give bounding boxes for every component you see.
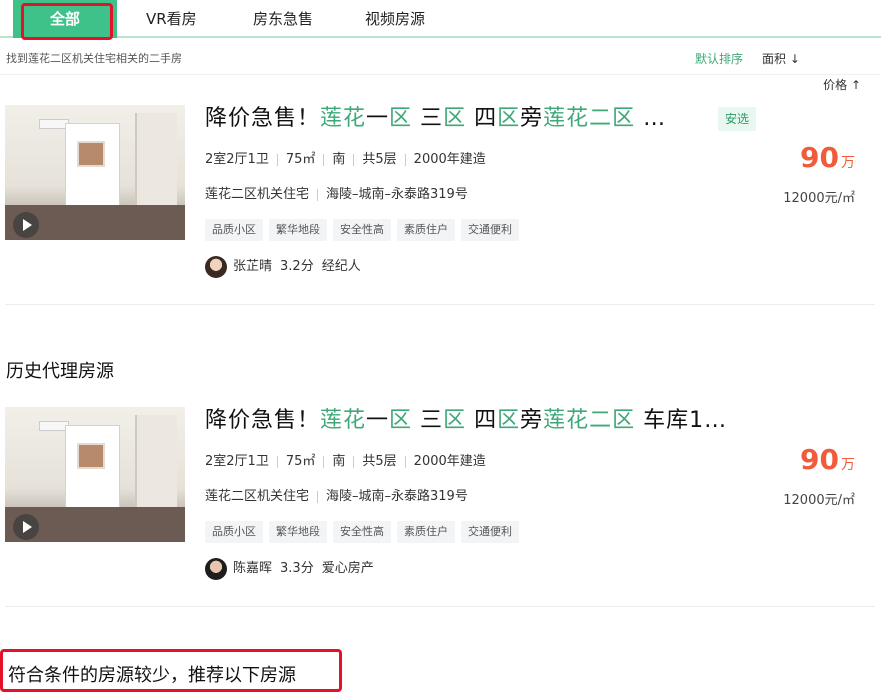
total-price: 90 万 bbox=[800, 141, 855, 174]
sort-area-button[interactable]: 面积 ↓ bbox=[762, 50, 800, 67]
sort-price-button[interactable]: 价格 ↑ bbox=[818, 76, 861, 93]
agent-score: 3.2分 bbox=[280, 259, 314, 274]
agent-score: 3.3分 bbox=[280, 561, 314, 576]
tag: 繁华地段 bbox=[269, 219, 327, 241]
unit-price: 12000元/㎡ bbox=[783, 191, 855, 206]
results-summary: 找到莲花二区机关住宅相关的二手房 bbox=[6, 52, 182, 65]
community-link[interactable]: 莲花二区机关住宅 bbox=[205, 187, 309, 202]
listing-card[interactable]: 降价急售！莲花一区 三区 四区旁莲花二区 … 安选 2室2厅1卫 75㎡南共5层 2… bbox=[5, 105, 875, 305]
listing-title[interactable]: 降价急售！莲花一区 三区 四区旁莲花二区 … bbox=[205, 105, 666, 133]
recommend-text: 符合条件的房源较少，推荐以下房源 bbox=[8, 665, 296, 686]
listing-photo[interactable] bbox=[5, 407, 185, 542]
tab-vr[interactable]: VR看房 bbox=[146, 0, 197, 38]
tag: 安全性高 bbox=[333, 219, 391, 241]
listing-tags: 品质小区 繁华地段 安全性高 素质住户 交通便利 bbox=[205, 218, 525, 241]
history-section-title: 历史代理房源 bbox=[6, 361, 114, 382]
tab-urgent-sale[interactable]: 房东急售 bbox=[253, 0, 313, 38]
tag: 素质住户 bbox=[397, 219, 455, 241]
play-icon[interactable] bbox=[13, 212, 39, 238]
play-icon[interactable] bbox=[13, 514, 39, 540]
agent-info[interactable]: 张芷晴 3.2分 经纪人 bbox=[205, 255, 361, 279]
listing-tabs: 全部 VR看房 房东急售 视频房源 bbox=[0, 0, 881, 40]
total-price: 90 万 bbox=[800, 443, 855, 476]
listing-meta: 2室2厅1卫 75㎡南共5层 2000年建造 bbox=[205, 454, 486, 469]
tag: 安全性高 bbox=[333, 521, 391, 543]
listing-card[interactable]: 降价急售！莲花一区 三区 四区旁莲花二区 车库1… 2室2厅1卫 75㎡南共5层 2… bbox=[5, 407, 875, 607]
agent-info[interactable]: 陈嘉晖 3.3分 爱心房产 bbox=[205, 557, 374, 581]
community-link[interactable]: 莲花二区机关住宅 bbox=[205, 489, 309, 504]
listing-address: 莲花二区机关住宅 海陵–城南–永泰路319号 bbox=[205, 489, 468, 504]
tag: 素质住户 bbox=[397, 521, 455, 543]
agent-name: 陈嘉晖 bbox=[233, 561, 273, 576]
tag: 交通便利 bbox=[461, 521, 519, 543]
listing-photo[interactable] bbox=[5, 105, 185, 240]
sort-default-button[interactable]: 默认排序 bbox=[695, 50, 743, 67]
anxuan-badge: 安选 bbox=[718, 107, 756, 131]
listing-address: 莲花二区机关住宅 海陵–城南–永泰路319号 bbox=[205, 187, 468, 202]
listing-title[interactable]: 降价急售！莲花一区 三区 四区旁莲花二区 车库1… bbox=[205, 407, 727, 435]
tab-video[interactable]: 视频房源 bbox=[365, 0, 425, 38]
listing-meta: 2室2厅1卫 75㎡南共5层 2000年建造 bbox=[205, 152, 486, 167]
avatar bbox=[205, 557, 227, 580]
tab-all[interactable]: 全部 bbox=[13, 0, 117, 40]
agent-name: 张芷晴 bbox=[233, 259, 273, 274]
results-header: 找到莲花二区机关住宅相关的二手房 默认排序 面积 ↓ 价格 ↑ bbox=[0, 40, 881, 92]
recommend-notice: 符合条件的房源较少，推荐以下房源 bbox=[0, 649, 342, 692]
agent-company: 爱心房产 bbox=[321, 561, 374, 576]
tag: 交通便利 bbox=[461, 219, 519, 241]
listing-tags: 品质小区 繁华地段 安全性高 素质住户 交通便利 bbox=[205, 520, 525, 543]
tag: 繁华地段 bbox=[269, 521, 327, 543]
tag: 品质小区 bbox=[205, 219, 263, 241]
unit-price: 12000元/㎡ bbox=[783, 493, 855, 508]
agent-role: 经纪人 bbox=[321, 259, 361, 274]
avatar bbox=[205, 255, 227, 278]
tag: 品质小区 bbox=[205, 521, 263, 543]
